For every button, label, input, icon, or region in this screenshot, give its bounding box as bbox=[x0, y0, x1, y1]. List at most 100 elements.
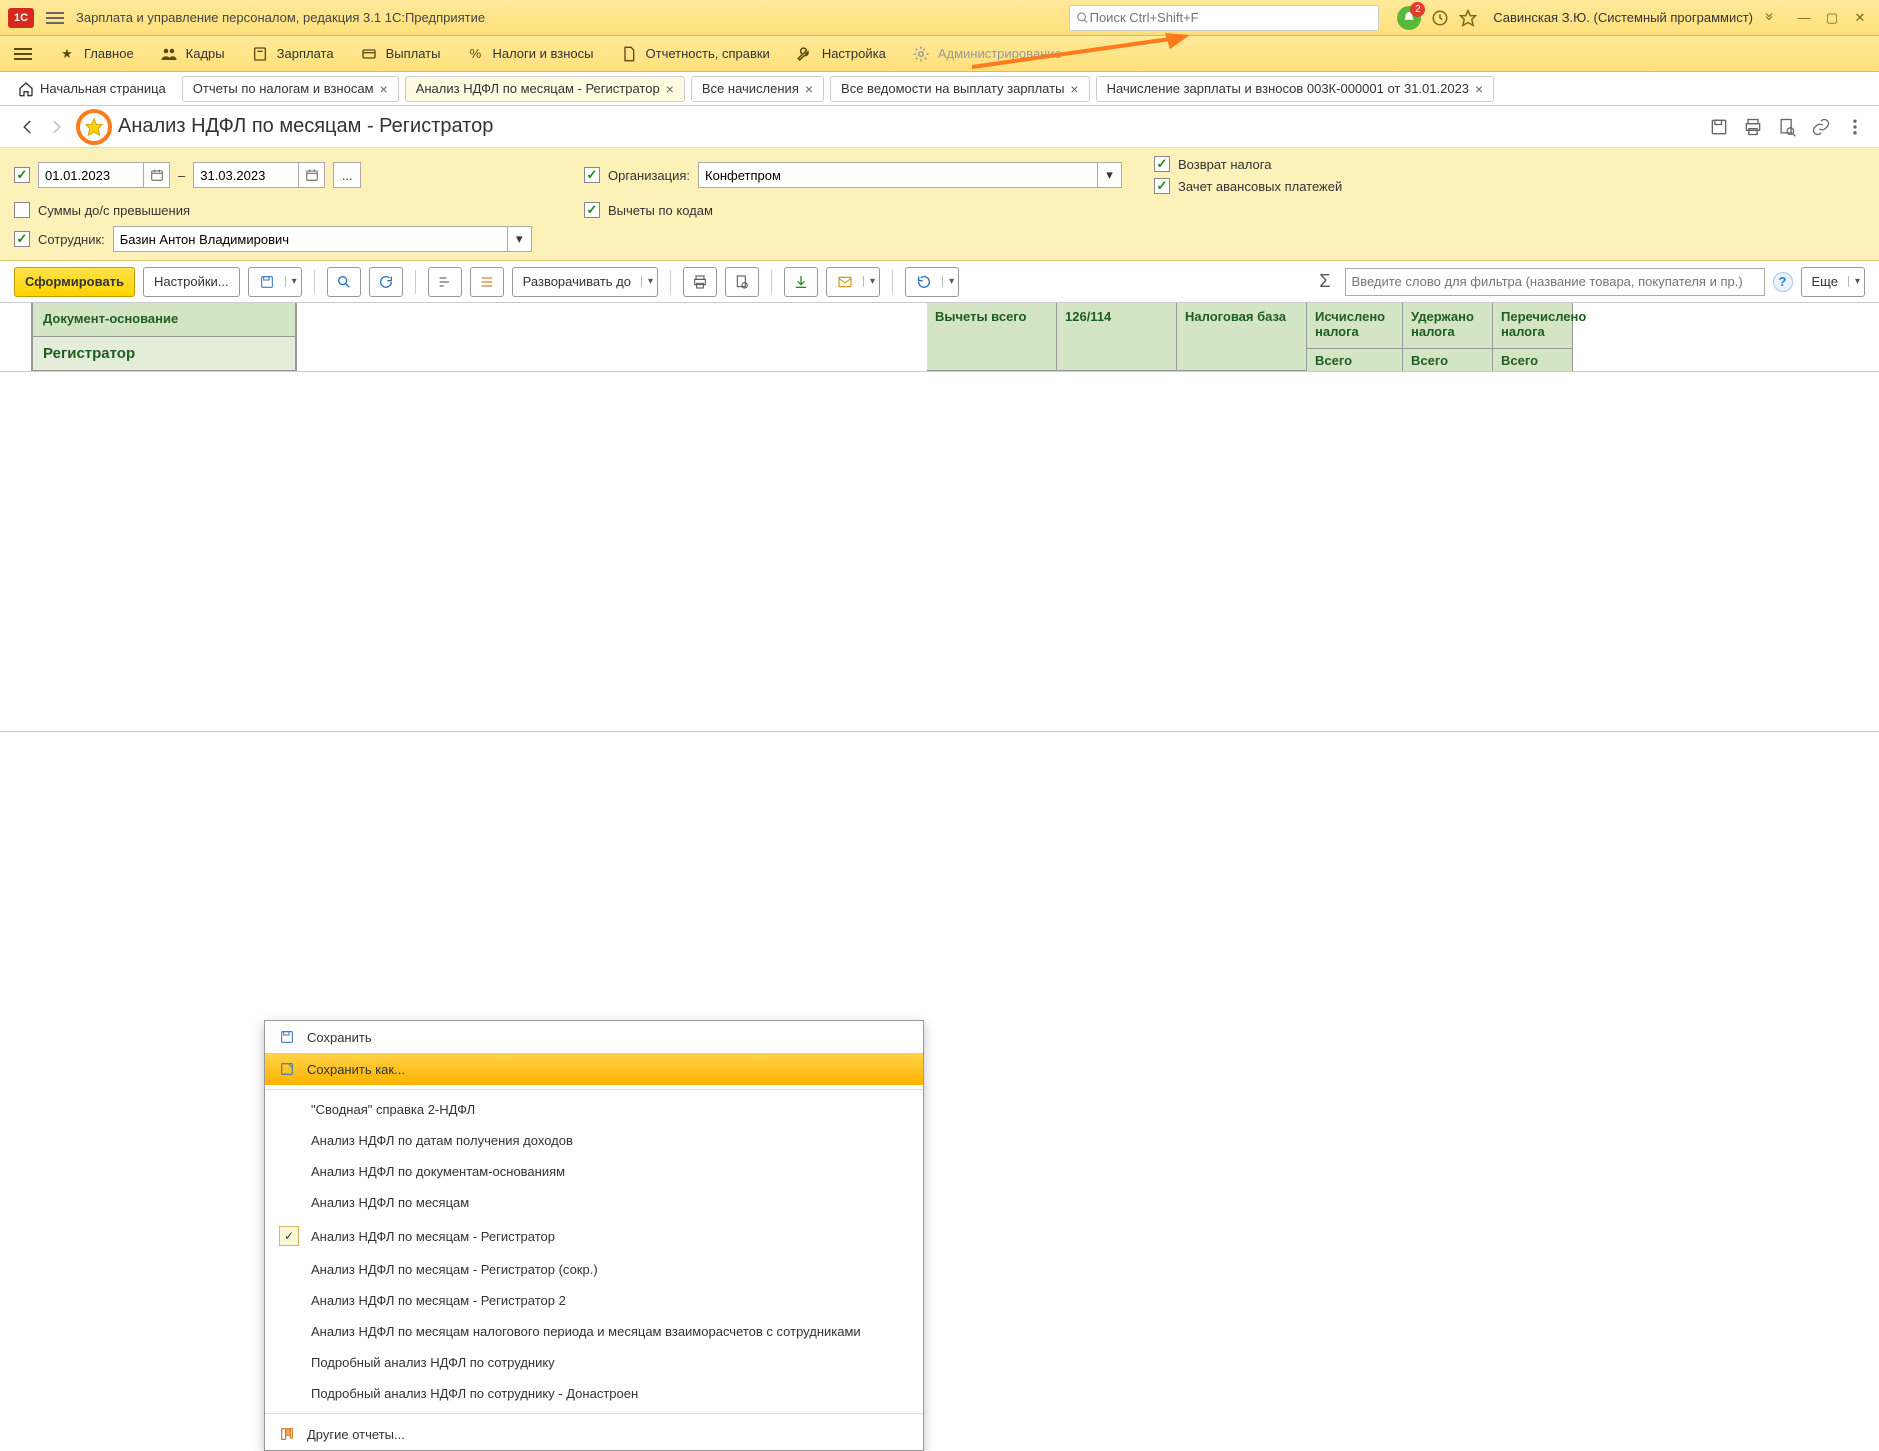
tab-close-icon[interactable]: × bbox=[666, 81, 674, 97]
advance-payment-checkbox[interactable] bbox=[1154, 178, 1170, 194]
sigma-icon[interactable]: Σ bbox=[1313, 271, 1336, 292]
col-header: Вычеты всего bbox=[927, 303, 1056, 371]
variants-button[interactable]: ▾ bbox=[248, 267, 302, 297]
nav-back-icon[interactable] bbox=[14, 113, 42, 141]
col-header: 126/114 bbox=[1057, 303, 1176, 371]
wallet-icon bbox=[360, 45, 378, 63]
ribbon-item-taxes[interactable]: %Налоги и взносы bbox=[466, 45, 593, 63]
dropdown-item[interactable]: Анализ НДФЛ по документам-основаниям bbox=[265, 1156, 923, 1187]
favorite-toggle[interactable] bbox=[76, 109, 112, 145]
col-header: Перечислено налога bbox=[1493, 303, 1572, 349]
print-preview-button[interactable] bbox=[725, 267, 759, 297]
tab-item[interactable]: Начисление зарплаты и взносов 003К-00000… bbox=[1096, 76, 1495, 102]
calculator-icon bbox=[251, 45, 269, 63]
wrench-icon bbox=[796, 45, 814, 63]
document-icon bbox=[620, 45, 638, 63]
tab-close-icon[interactable]: × bbox=[1475, 81, 1483, 97]
page-header: Анализ НДФЛ по месяцам - Регистратор bbox=[0, 106, 1879, 148]
global-search-input[interactable] bbox=[1090, 10, 1373, 25]
user-menu-chevron-icon[interactable] bbox=[1763, 12, 1775, 24]
tab-item[interactable]: Анализ НДФЛ по месяцам - Регистратор× bbox=[405, 76, 685, 102]
print-button[interactable] bbox=[683, 267, 717, 297]
logo-1c: 1C bbox=[8, 8, 34, 28]
ribbon-item-reports[interactable]: Отчетность, справки bbox=[620, 45, 770, 63]
date-to-input[interactable] bbox=[193, 162, 299, 188]
history-icon[interactable] bbox=[1431, 9, 1449, 27]
email-button[interactable]: ▾ bbox=[826, 267, 880, 297]
date-from-input[interactable] bbox=[38, 162, 144, 188]
settings-button[interactable]: Настройки... bbox=[143, 267, 240, 297]
tax-return-checkbox[interactable] bbox=[1154, 156, 1170, 172]
dropdown-item[interactable]: Подробный анализ НДФЛ по сотруднику - До… bbox=[265, 1378, 923, 1409]
preview-icon[interactable] bbox=[1777, 117, 1797, 137]
tab-item[interactable]: Все ведомости на выплату зарплаты× bbox=[830, 76, 1090, 102]
calendar-icon[interactable] bbox=[144, 162, 170, 188]
ribbon-item-main[interactable]: ★Главное bbox=[58, 45, 134, 63]
dropdown-item[interactable]: ✓Анализ НДФЛ по месяцам - Регистратор bbox=[265, 1218, 923, 1254]
tab-close-icon[interactable]: × bbox=[1070, 81, 1078, 97]
global-search[interactable] bbox=[1069, 5, 1379, 31]
tab-home[interactable]: Начальная страница bbox=[8, 81, 176, 97]
date-presets-button[interactable]: ... bbox=[333, 162, 361, 188]
current-user[interactable]: Савинская З.Ю. (Системный программист) bbox=[1493, 10, 1753, 25]
reset-button[interactable]: ▾ bbox=[905, 267, 959, 297]
dropdown-item[interactable]: Сохранить bbox=[265, 1021, 923, 1053]
calendar-icon[interactable] bbox=[299, 162, 325, 188]
notifications-count: 2 bbox=[1410, 2, 1425, 17]
help-icon[interactable]: ? bbox=[1773, 272, 1793, 292]
titlebar: 1C Зарплата и управление персоналом, ред… bbox=[0, 0, 1879, 36]
employee-checkbox[interactable] bbox=[14, 231, 30, 247]
dropdown-item[interactable]: Анализ НДФЛ по датам получения доходов bbox=[265, 1125, 923, 1156]
ribbon-item-salary[interactable]: Зарплата bbox=[251, 45, 334, 63]
window-close-icon[interactable]: ✕ bbox=[1849, 8, 1871, 28]
employee-dropdown-icon[interactable]: ▾ bbox=[508, 226, 532, 252]
ribbon-item-personnel[interactable]: Кадры bbox=[160, 45, 225, 63]
save-layout-icon[interactable] bbox=[1709, 117, 1729, 137]
generate-button[interactable]: Сформировать bbox=[14, 267, 135, 297]
dropdown-item[interactable]: "Сводная" справка 2-НДФЛ bbox=[265, 1094, 923, 1125]
more-button[interactable]: Еще▾ bbox=[1801, 267, 1865, 297]
sections-menu-icon[interactable] bbox=[14, 48, 32, 60]
dropdown-item[interactable]: Другие отчеты... bbox=[265, 1418, 923, 1450]
page-title: Анализ НДФЛ по месяцам - Регистратор bbox=[118, 115, 493, 138]
ribbon-item-settings[interactable]: Настройка bbox=[796, 45, 886, 63]
employee-input[interactable] bbox=[113, 226, 508, 252]
window-maximize-icon[interactable]: ▢ bbox=[1821, 8, 1843, 28]
org-checkbox[interactable] bbox=[584, 167, 600, 183]
print-icon[interactable] bbox=[1743, 117, 1763, 137]
window-minimize-icon[interactable]: — bbox=[1793, 8, 1815, 28]
refresh-button[interactable] bbox=[369, 267, 403, 297]
save-file-button[interactable] bbox=[784, 267, 818, 297]
dropdown-item[interactable]: Анализ НДФЛ по месяцам - Регистратор 2 bbox=[265, 1285, 923, 1316]
dropdown-item[interactable]: Подробный анализ НДФЛ по сотруднику bbox=[265, 1347, 923, 1378]
find-button[interactable] bbox=[327, 267, 361, 297]
expand-to-button[interactable]: Разворачивать до▾ bbox=[512, 267, 658, 297]
report-grid-body[interactable] bbox=[0, 372, 1879, 732]
quick-filter-input[interactable] bbox=[1345, 268, 1765, 296]
dropdown-item[interactable]: Анализ НДФЛ по месяцам налогового период… bbox=[265, 1316, 923, 1347]
tab-item[interactable]: Все начисления× bbox=[691, 76, 824, 102]
expand-levels-button[interactable] bbox=[470, 267, 504, 297]
org-input[interactable] bbox=[698, 162, 1098, 188]
dropdown-item[interactable]: Сохранить как... bbox=[265, 1053, 923, 1085]
nav-forward-icon[interactable] bbox=[42, 113, 70, 141]
excess-checkbox[interactable] bbox=[14, 202, 30, 218]
tab-item[interactable]: Отчеты по налогам и взносам× bbox=[182, 76, 399, 102]
ribbon-item-payments[interactable]: Выплаты bbox=[360, 45, 441, 63]
more-vertical-icon[interactable] bbox=[1845, 117, 1865, 137]
favorite-star-icon[interactable] bbox=[1459, 9, 1477, 27]
collapse-levels-button[interactable] bbox=[428, 267, 462, 297]
date-range-checkbox[interactable] bbox=[14, 167, 30, 183]
tab-close-icon[interactable]: × bbox=[380, 81, 388, 97]
notifications-bell-icon[interactable]: 2 bbox=[1397, 6, 1421, 30]
tab-close-icon[interactable]: × bbox=[805, 81, 813, 97]
deductions-checkbox[interactable] bbox=[584, 202, 600, 218]
dropdown-item[interactable]: Анализ НДФЛ по месяцам - Регистратор (со… bbox=[265, 1254, 923, 1285]
main-menu-icon[interactable] bbox=[42, 8, 68, 28]
report-toolbar: Сформировать Настройки... ▾ Разворачиват… bbox=[0, 261, 1879, 303]
link-icon[interactable] bbox=[1811, 117, 1831, 137]
employee-label: Сотрудник: bbox=[38, 232, 105, 247]
ribbon-item-admin[interactable]: Администрирование bbox=[912, 45, 1062, 63]
org-dropdown-icon[interactable]: ▾ bbox=[1098, 162, 1122, 188]
dropdown-item[interactable]: Анализ НДФЛ по месяцам bbox=[265, 1187, 923, 1218]
